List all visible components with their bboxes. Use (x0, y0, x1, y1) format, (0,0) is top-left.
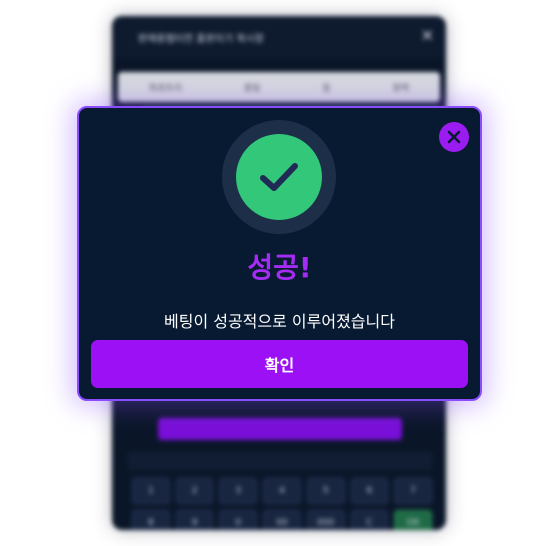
modal-title: 성공! (247, 251, 312, 284)
background-bet-button (158, 418, 402, 440)
background-tab: 원택 (392, 83, 410, 94)
modal-message: 베팅이 성공적으로 이루어졌습니다 (164, 312, 395, 331)
success-icon (236, 134, 322, 220)
background-key: 2 (175, 478, 214, 504)
background-header: 판매용펌터전 홈판이기 북시장 ✕ (112, 16, 446, 58)
background-key: 6 (350, 478, 389, 504)
background-key: 1 (132, 478, 170, 504)
confirm-button[interactable]: 확인 (91, 340, 468, 388)
background-key: 9 (175, 510, 214, 530)
background-tab: 홍팀 (243, 83, 261, 94)
background-key: 00 (263, 510, 301, 530)
background-close-icon: ✕ (420, 26, 434, 45)
background-header-text: 판매용펌터전 홈판이기 북시장 (138, 34, 264, 45)
background-key: 3 (219, 478, 258, 504)
background-key: 4 (263, 478, 301, 504)
check-icon (260, 163, 298, 191)
success-modal: 성공! 베팅이 성공적으로 이루어졌습니다 확인 (77, 106, 482, 401)
close-button[interactable] (439, 122, 469, 152)
background-key: OK (394, 510, 432, 530)
screen: 판매용펌터전 홈판이기 북시장 ✕ 파로트리 홍팀 동 원택 1 2 3 4 5… (0, 0, 560, 546)
background-info-row (128, 452, 432, 470)
background-tab: 파로트리 (148, 83, 183, 94)
background-tab: 동 (322, 83, 331, 94)
background-key: 8 (132, 510, 170, 530)
background-key: 5 (306, 478, 345, 504)
background-key: C (350, 510, 389, 530)
background-key: 0 (219, 510, 258, 530)
close-icon (447, 130, 461, 144)
background-tabs: 파로트리 홍팀 동 원택 (118, 72, 440, 102)
background-key: 7 (394, 478, 432, 504)
success-icon-ring (222, 120, 336, 234)
background-key: 000 (306, 510, 345, 530)
background-numpad: 1 2 3 4 5 6 7 8 9 0 00 000 C OK (132, 478, 432, 530)
